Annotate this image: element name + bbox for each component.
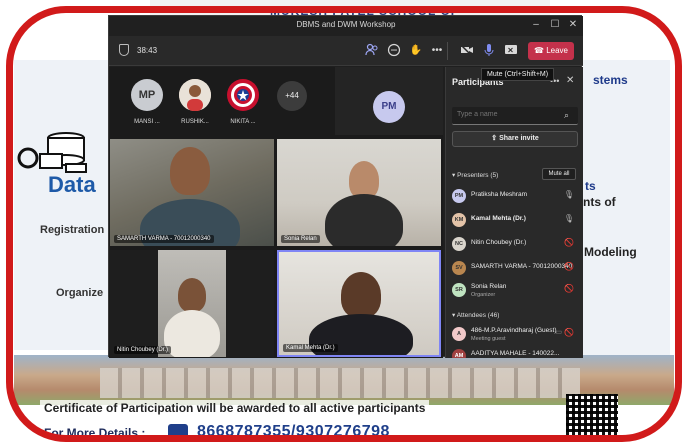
participant-name: Nitin Choubey (Dr.) bbox=[471, 239, 527, 246]
chat-icon[interactable] bbox=[386, 43, 402, 59]
leave-button[interactable]: ☎ Leave bbox=[528, 42, 574, 60]
video-label: SAMARTH VARMA - 70012000340 bbox=[114, 235, 214, 243]
title-bar: DBMS and DWM Workshop – ☐ ✕ bbox=[109, 16, 583, 36]
mic-off-icon: 🚫 bbox=[564, 238, 574, 247]
presenter-row[interactable]: SV SAMARTH VARMA - 70012000340 🚫 bbox=[452, 259, 580, 277]
participant-tile[interactable]: MP MANSI ... bbox=[125, 79, 169, 125]
raise-hand-icon[interactable]: ✋ bbox=[408, 43, 424, 59]
participant-tile-pm[interactable]: PM bbox=[335, 67, 443, 135]
mic-icon[interactable] bbox=[481, 43, 497, 59]
participant-face bbox=[170, 147, 210, 195]
avatar: MP bbox=[131, 79, 163, 111]
shield-icon bbox=[119, 44, 129, 56]
participant-tile[interactable]: RUSHIK... bbox=[173, 79, 217, 125]
participant-face bbox=[178, 278, 206, 312]
presenter-row[interactable]: SR Sonia Relan Organizer 🚫 bbox=[452, 281, 580, 303]
avatar: KM bbox=[452, 213, 466, 227]
maximize-button[interactable]: ☐ bbox=[548, 19, 562, 30]
video-tile[interactable]: Sonia Relan bbox=[277, 139, 441, 246]
participant-name: NIKITA ... bbox=[230, 119, 256, 125]
video-label: Nitin Choubey (Dr.) bbox=[114, 346, 172, 354]
participant-name: RUSHIK... bbox=[181, 119, 209, 125]
attendee-row[interactable]: A 486-M.P.Aravindharaj (Guest) Meeting g… bbox=[452, 325, 580, 347]
close-icon[interactable]: ✕ bbox=[566, 75, 574, 86]
presenter-row[interactable]: KM Kamal Mehta (Dr.) 🎙 bbox=[452, 211, 580, 229]
video-tile[interactable]: Nitin Choubey (Dr.) bbox=[110, 250, 274, 357]
mute-tooltip: Mute (Ctrl+Shift+M) bbox=[481, 68, 555, 81]
close-button[interactable]: ✕ bbox=[566, 19, 580, 30]
presenters-header[interactable]: ▾ Presenters (5) bbox=[452, 171, 498, 179]
meeting-toolbar: 38:43 ✋ ••• ☎ Leave bbox=[109, 36, 583, 66]
participant-tile[interactable]: NIKITA ... bbox=[221, 79, 265, 125]
participant-body bbox=[164, 310, 220, 357]
video-stage: MP MANSI ... RUSHIK... NIKITA ... +44 PM bbox=[109, 67, 443, 358]
avatar: PM bbox=[373, 91, 405, 123]
mute-all-button[interactable]: Mute all bbox=[542, 168, 576, 180]
avatar: NC bbox=[452, 237, 466, 251]
share-invite-button[interactable]: ⇪ Share invite bbox=[452, 131, 578, 147]
participants-panel: Participants ••• ✕ ⌕ ⇪ Share invite ▾ Pr… bbox=[445, 67, 583, 358]
participant-name: SAMARTH VARMA - 70012000340 bbox=[471, 263, 573, 270]
attendees-header-label: Attendees (46) bbox=[456, 312, 500, 319]
avatar bbox=[179, 79, 211, 111]
mic-icon: 🎙 bbox=[563, 190, 574, 199]
shield-avatar-icon bbox=[227, 79, 259, 111]
mic-icon: 🎙 bbox=[563, 214, 574, 223]
video-tile[interactable]: SAMARTH VARMA - 70012000340 bbox=[110, 139, 274, 246]
participant-face bbox=[341, 272, 381, 318]
camera-off-icon: ▭ bbox=[555, 329, 562, 336]
toolbar-divider bbox=[447, 42, 448, 60]
participant-name: AADITYA MAHALE - 140022... bbox=[471, 350, 560, 357]
attendee-row[interactable]: AM AADITYA MAHALE - 140022... bbox=[452, 349, 580, 358]
participant-name: MANSI ... bbox=[134, 119, 160, 125]
share-screen-icon[interactable] bbox=[503, 43, 519, 59]
avatar: SR bbox=[452, 283, 466, 297]
presenter-row[interactable]: PM Pratiksha Meshram 🎙 bbox=[452, 187, 580, 205]
participant-role: Meeting guest bbox=[471, 336, 506, 342]
mic-off-icon: 🚫 bbox=[564, 284, 574, 293]
search-icon: ⌕ bbox=[564, 110, 570, 120]
avatar: PM bbox=[452, 189, 466, 203]
avatar: AM bbox=[452, 349, 466, 358]
search-input[interactable] bbox=[457, 111, 557, 118]
meeting-window: DBMS and DWM Workshop – ☐ ✕ 38:43 ✋ ••• … bbox=[108, 15, 583, 358]
participant-role: Organizer bbox=[471, 292, 496, 298]
chevron-down-icon: ▾ bbox=[452, 312, 456, 319]
camera-off-icon[interactable] bbox=[459, 43, 475, 59]
people-icon[interactable] bbox=[364, 43, 380, 59]
video-feed bbox=[158, 250, 226, 357]
presenter-row[interactable]: NC Nitin Choubey (Dr.) 🚫 bbox=[452, 235, 580, 253]
participant-name: Kamal Mehta (Dr.) bbox=[471, 215, 526, 222]
share-invite-label: Share invite bbox=[499, 135, 539, 142]
mic-off-icon: 🚫 bbox=[564, 262, 574, 271]
video-label: Kamal Mehta (Dr.) bbox=[283, 344, 338, 352]
mic-off-icon: 🚫 bbox=[564, 328, 574, 337]
participant-body bbox=[325, 194, 403, 246]
participant-strip: MP MANSI ... RUSHIK... NIKITA ... +44 PM bbox=[109, 67, 443, 135]
presenters-header-label: Presenters (5) bbox=[457, 172, 499, 179]
avatar: SV bbox=[452, 261, 466, 275]
share-icon: ⇪ bbox=[491, 135, 498, 142]
participant-name: Sonia Relan bbox=[471, 283, 507, 290]
more-icon[interactable]: ••• bbox=[429, 43, 445, 59]
leave-label: Leave bbox=[546, 46, 568, 55]
participant-name: Pratiksha Meshram bbox=[471, 191, 527, 198]
video-tile-active-speaker[interactable]: Kamal Mehta (Dr.) bbox=[277, 250, 441, 357]
participant-name: 486-M.P.Aravindharaj (Guest) bbox=[471, 327, 557, 334]
participant-search[interactable]: ⌕ bbox=[452, 107, 578, 125]
attendees-header[interactable]: ▾ Attendees (46) bbox=[452, 311, 499, 319]
meeting-timer: 38:43 bbox=[137, 46, 158, 55]
more-participants-badge[interactable]: +44 bbox=[277, 81, 307, 111]
avatar: A bbox=[452, 327, 466, 341]
window-title: DBMS and DWM Workshop bbox=[296, 20, 396, 29]
chevron-down-icon: ▾ bbox=[452, 172, 456, 179]
phone-hangup-icon: ☎ bbox=[534, 46, 544, 55]
video-label: Sonia Relan bbox=[281, 235, 320, 243]
minimize-button[interactable]: – bbox=[529, 19, 543, 30]
